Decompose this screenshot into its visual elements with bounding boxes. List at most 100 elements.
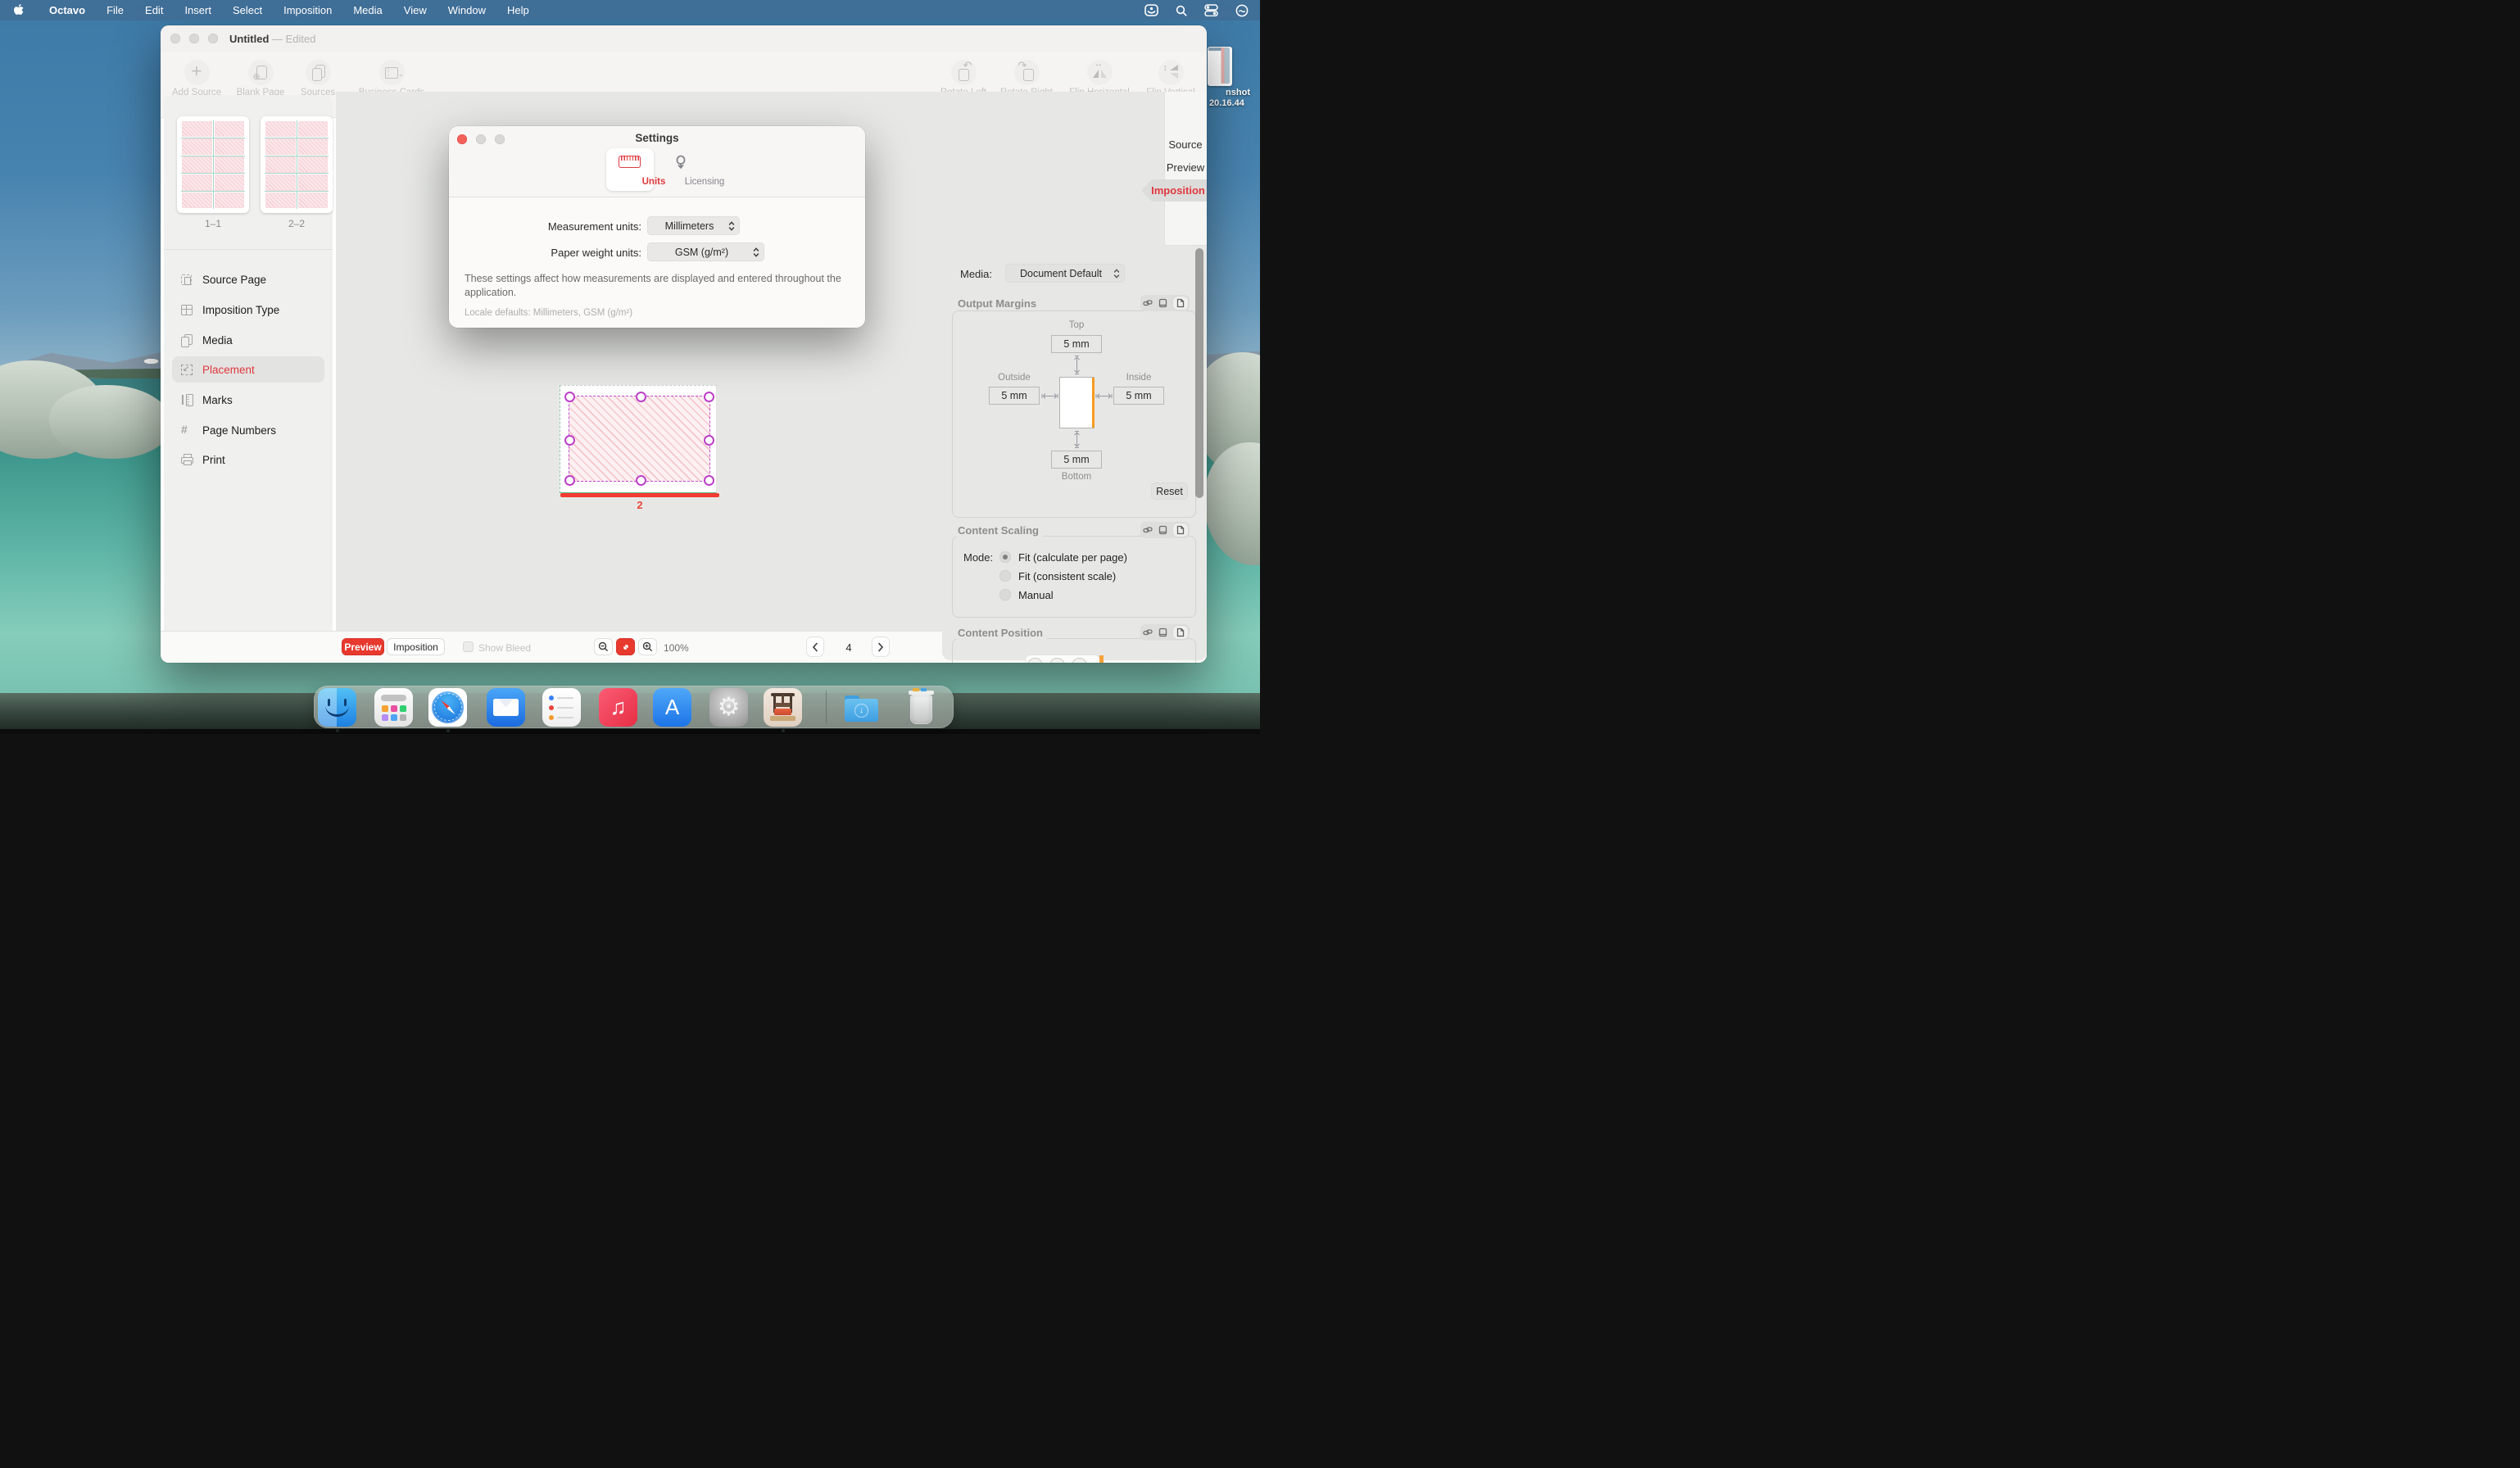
bottom-margin-arrow [1073, 430, 1081, 449]
selection-handle[interactable] [564, 475, 575, 486]
measurement-units-popup[interactable]: Millimeters [647, 216, 740, 235]
user-menu-icon[interactable] [1235, 4, 1249, 17]
margin-bottom-field[interactable]: 5 mm [1051, 451, 1102, 469]
tab-source[interactable]: Source [1164, 138, 1207, 151]
media-popup[interactable]: Document Default [1005, 264, 1125, 283]
dock-trash-icon[interactable] [902, 688, 940, 727]
selection-handle[interactable] [636, 475, 646, 486]
dock-downloads-folder-icon[interactable]: ↓ [842, 688, 881, 727]
desktop-screen: nshot 20.16.44 Untitled — Edited + Add S… [0, 0, 1260, 734]
sidebar-item-placement[interactable]: ↙ Placement [172, 356, 324, 383]
zoom-level-value: 100% [664, 642, 689, 654]
tab-imposition-selected[interactable]: Imposition [1141, 179, 1207, 202]
margin-top-field[interactable]: 5 mm [1051, 335, 1102, 353]
sidebar-item-imposition-type[interactable]: Imposition Type [172, 297, 324, 323]
sheet-thumbnail-1[interactable] [177, 116, 249, 213]
radio-fit-consistent[interactable] [999, 570, 1011, 582]
paper-weight-units-popup[interactable]: GSM (g/m²) [647, 242, 764, 261]
dock-reminders-icon[interactable] [542, 688, 581, 727]
control-center-icon[interactable] [1204, 4, 1218, 16]
sidebar-item-print[interactable]: Print [172, 446, 324, 473]
margin-outside-field[interactable]: 5 mm [989, 387, 1040, 405]
zoom-out-button[interactable] [594, 638, 613, 655]
sources-button[interactable]: Sources [293, 60, 342, 97]
margin-outside-label: Outside [989, 373, 1040, 383]
selection-handle[interactable] [564, 435, 575, 446]
sidebar-item-page-numbers[interactable]: # Page Numbers [172, 417, 324, 443]
next-page-button[interactable] [872, 637, 890, 657]
menu-edit[interactable]: Edit [134, 0, 174, 20]
search-icon[interactable] [1176, 5, 1187, 16]
book-icon[interactable] [1158, 298, 1167, 308]
tab-units[interactable]: Units [606, 148, 654, 191]
blank-page-button[interactable]: ⊕ Blank Page [234, 60, 287, 97]
app-launcher-icon[interactable] [1144, 4, 1158, 16]
zoom-fit-button[interactable] [616, 638, 635, 655]
previous-page-button[interactable] [806, 637, 824, 657]
margin-inside-field[interactable]: 5 mm [1113, 387, 1164, 405]
dock-system-settings-icon[interactable]: ⚙ [709, 688, 748, 727]
content-position-scope-buttons[interactable] [1140, 624, 1190, 641]
radio-fit-per-page[interactable] [999, 551, 1011, 563]
sidebar-item-source-page[interactable]: Source Page [172, 266, 324, 292]
output-margins-scope-buttons[interactable] [1140, 295, 1190, 311]
link-icon[interactable] [1143, 525, 1153, 535]
selection-handle[interactable] [564, 392, 575, 402]
selection-handle[interactable] [704, 435, 714, 446]
sidebar-item-marks[interactable]: Marks [172, 387, 324, 413]
menu-octavo[interactable]: Octavo [39, 4, 96, 16]
thumbnail-grid [265, 120, 329, 209]
page-scope-selected[interactable] [1173, 626, 1188, 639]
sidebar-item-media[interactable]: Media [172, 327, 324, 353]
link-icon[interactable] [1143, 628, 1153, 637]
minimize-button[interactable] [189, 34, 199, 43]
tab-licensing[interactable]: Licensing [657, 148, 705, 191]
selection-handle[interactable] [704, 392, 714, 402]
menu-help[interactable]: Help [496, 0, 540, 20]
imposition-mode-button[interactable]: Imposition [387, 638, 445, 655]
dock-safari-icon[interactable] [428, 688, 467, 727]
menu-window[interactable]: Window [437, 0, 496, 20]
selection-handle[interactable] [704, 475, 714, 486]
menu-imposition[interactable]: Imposition [273, 0, 342, 20]
window-titlebar[interactable]: Untitled — Edited [161, 25, 1207, 52]
dock-app-store-icon[interactable]: A [653, 688, 691, 727]
zoom-in-button[interactable] [638, 638, 657, 655]
menu-file[interactable]: File [96, 0, 134, 20]
licensing-icon [674, 153, 687, 171]
wallpaper-rock [49, 385, 172, 459]
desktop-screenshot-file[interactable] [1208, 47, 1232, 86]
show-bleed-checkbox[interactable] [463, 641, 474, 652]
content-scaling-scope-buttons[interactable] [1140, 522, 1190, 538]
radio-manual[interactable] [999, 589, 1011, 600]
dock-mail-icon[interactable] [487, 688, 525, 727]
inside-margin-arrow [1095, 392, 1113, 400]
menu-media[interactable]: Media [342, 0, 392, 20]
sheet-thumbnail-2[interactable] [261, 116, 333, 213]
dock-finder-icon[interactable] [318, 688, 356, 727]
menu-select[interactable]: Select [222, 0, 273, 20]
add-source-button[interactable]: + Add Source [172, 60, 221, 97]
tab-preview[interactable]: Preview [1164, 161, 1207, 174]
dock-launchpad-icon[interactable] [374, 688, 413, 727]
book-icon[interactable] [1158, 628, 1167, 637]
inspector-scrollbar[interactable] [1195, 248, 1203, 498]
selection-handle[interactable] [636, 392, 646, 402]
plus-icon: + [184, 60, 210, 85]
book-icon[interactable] [1158, 525, 1167, 535]
current-page-number[interactable]: 4 [839, 641, 859, 654]
page-scope-selected[interactable] [1173, 523, 1188, 537]
menu-view[interactable]: View [393, 0, 437, 20]
placement-selection-rect[interactable] [569, 396, 710, 482]
menu-insert[interactable]: Insert [174, 0, 222, 20]
zoom-button[interactable] [208, 34, 218, 43]
apple-menu[interactable] [13, 4, 24, 16]
page-scope-selected[interactable] [1173, 297, 1188, 310]
close-button[interactable] [170, 34, 180, 43]
dock-octavo-icon[interactable] [764, 688, 802, 727]
link-icon[interactable] [1143, 298, 1153, 308]
preview-mode-button[interactable]: Preview [342, 638, 384, 655]
window-title: Untitled — Edited [229, 33, 316, 45]
margins-reset-button[interactable]: Reset [1151, 483, 1188, 500]
dock-music-icon[interactable]: ♫ [599, 688, 637, 727]
